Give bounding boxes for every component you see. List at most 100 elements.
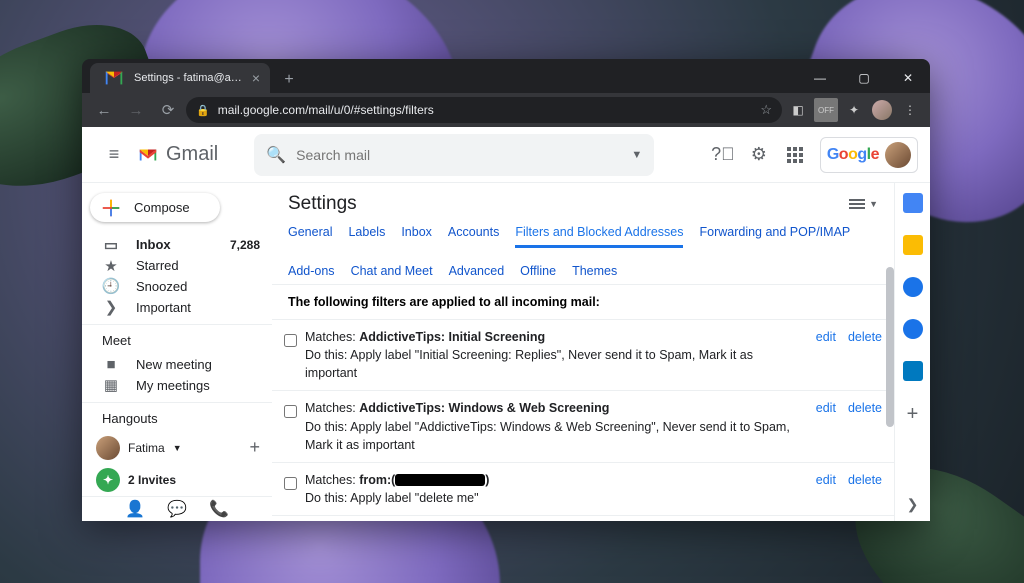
chrome-menu-icon[interactable]: ⋮ [898,98,922,122]
lock-icon: 🔒 [196,104,210,117]
sidebar-footer: 👤 💬 📞 [82,496,272,521]
nav-important-label: Important [136,300,191,315]
nav-inbox[interactable]: ▭ Inbox 7,288 [82,234,272,255]
settings-tab[interactable]: Inbox [401,225,432,248]
clock-icon: 🕘 [102,277,120,295]
tab-title: Settings - fatima@addictivetips.c [134,72,246,84]
settings-tab[interactable]: Themes [572,264,617,284]
filter-actions: edit delete [816,328,882,344]
settings-tab[interactable]: Forwarding and POP/IMAP [699,225,850,248]
contacts-addon-icon[interactable] [903,319,923,339]
close-window-button[interactable]: ✕ [886,63,930,93]
filter-checkbox[interactable] [284,334,297,347]
filter-edit-link[interactable]: edit [816,473,836,487]
camera-icon: ■ [102,356,120,373]
url-text: mail.google.com/mail/u/0/#settings/filte… [218,103,434,117]
meet-my-label: My meetings [136,378,210,393]
main-menu-icon[interactable]: ≡ [94,144,134,165]
gmail-header: ≡ Gmail 🔍 ▼ ?⃝ ⚙ Google [82,127,930,183]
filter-checkbox[interactable] [284,405,297,418]
filter-edit-link[interactable]: edit [816,401,836,415]
minimize-button[interactable]: — [798,63,842,93]
hangouts-user-row[interactable]: Fatima ▼ + [82,432,272,464]
meet-header: Meet [82,324,272,354]
extension-icon-2[interactable]: OFF [814,98,838,122]
filter-edit-link[interactable]: edit [816,330,836,344]
scrollbar-thumb[interactable] [886,267,894,427]
support-icon[interactable]: ?⃝ [712,144,734,166]
settings-tab[interactable]: Labels [348,225,385,248]
filter-text: Matches: AddictiveTips: Initial Screenin… [305,328,808,382]
hangouts-footer-icon[interactable]: 💬 [167,499,187,519]
titlebar: Settings - fatima@addictivetips.c × + — … [82,59,930,93]
density-toggle[interactable]: ▼ [849,199,878,209]
phone-footer-icon[interactable]: 📞 [209,499,229,519]
extensions-puzzle-icon[interactable]: ✦ [842,98,866,122]
google-apps-icon[interactable] [784,144,806,166]
new-tab-button[interactable]: + [276,67,302,93]
search-box[interactable]: 🔍 ▼ [254,134,654,176]
settings-tab[interactable]: General [288,225,332,248]
profile-avatar-icon[interactable] [870,98,894,122]
gmail-favicon-icon [100,67,128,89]
gmail-m-icon [134,144,162,166]
filters-list: Matches: AddictiveTips: Initial Screenin… [272,319,894,521]
hangouts-dropdown-icon[interactable]: ▼ [173,443,182,453]
nav-snoozed[interactable]: 🕘 Snoozed [82,276,272,297]
settings-main: Settings ▼ General Labels Inbox Accounts Fil… [272,183,894,521]
get-addons-icon[interactable]: + [907,403,919,426]
hangouts-new-icon[interactable]: + [249,437,260,458]
compose-button[interactable]: Compose [90,193,220,222]
filter-delete-link[interactable]: delete [848,330,882,344]
compose-plus-icon [100,197,122,219]
calendar-addon-icon[interactable] [903,193,923,213]
settings-title: Settings [288,193,357,215]
density-bars-icon [849,199,865,209]
invites-badge-icon: ✦ [96,468,120,492]
settings-tab[interactable]: Accounts [448,225,499,248]
settings-tab[interactable]: Add-ons [288,264,335,284]
meet-new[interactable]: ■ New meeting [82,354,272,375]
address-bar: ← → ⟳ 🔒 mail.google.com/mail/u/0/#settin… [82,93,930,127]
contacts-footer-icon[interactable]: 👤 [125,499,145,519]
nav-starred[interactable]: ★ Starred [82,255,272,276]
back-button[interactable]: ← [90,96,118,124]
account-chip[interactable]: Google [820,137,918,173]
maximize-button[interactable]: ▢ [842,63,886,93]
reload-button[interactable]: ⟳ [154,96,182,124]
nav-important[interactable]: ❯ Important [82,297,272,318]
filter-actions: edit delete [816,399,882,415]
filter-delete-link[interactable]: delete [848,473,882,487]
settings-tab[interactable]: Chat and Meet [351,264,433,284]
nav-starred-label: Starred [136,258,179,273]
page-content: ≡ Gmail 🔍 ▼ ?⃝ ⚙ Google [82,127,930,521]
filter-delete-link[interactable]: delete [848,401,882,415]
settings-tab[interactable]: Advanced [449,264,505,284]
nav-snoozed-label: Snoozed [136,279,187,294]
bookmark-star-icon[interactable]: ☆ [760,102,772,118]
filter-actions: edit delete [816,471,882,487]
search-input[interactable] [296,147,631,163]
search-options-icon[interactable]: ▼ [631,149,642,161]
browser-tab[interactable]: Settings - fatima@addictivetips.c × [90,63,270,93]
trello-addon-icon[interactable] [903,361,923,381]
account-avatar-icon [885,142,911,168]
omnibox[interactable]: 🔒 mail.google.com/mail/u/0/#settings/fil… [186,97,782,123]
settings-tab[interactable]: Offline [520,264,556,284]
gmail-logo[interactable]: Gmail [134,143,218,166]
tab-close-icon[interactable]: × [252,70,260,86]
hangouts-header: Hangouts [82,402,272,432]
meet-my[interactable]: ▦ My meetings [82,375,272,396]
hangouts-invites-label: 2 Invites [128,473,176,487]
filter-text: Matches: AddictiveTips: Windows & Web Sc… [305,399,808,453]
keep-addon-icon[interactable] [903,235,923,255]
forward-button[interactable]: → [122,96,150,124]
filter-checkbox[interactable] [284,477,297,490]
nav-inbox-label: Inbox [136,237,171,252]
hangouts-invites-row[interactable]: ✦ 2 Invites [82,464,272,496]
extension-icon-1[interactable]: ◧ [786,98,810,122]
settings-tab[interactable]: Filters and Blocked Addresses [515,225,683,248]
settings-gear-icon[interactable]: ⚙ [748,144,770,166]
hide-panel-icon[interactable]: ❯ [907,496,919,513]
tasks-addon-icon[interactable] [903,277,923,297]
